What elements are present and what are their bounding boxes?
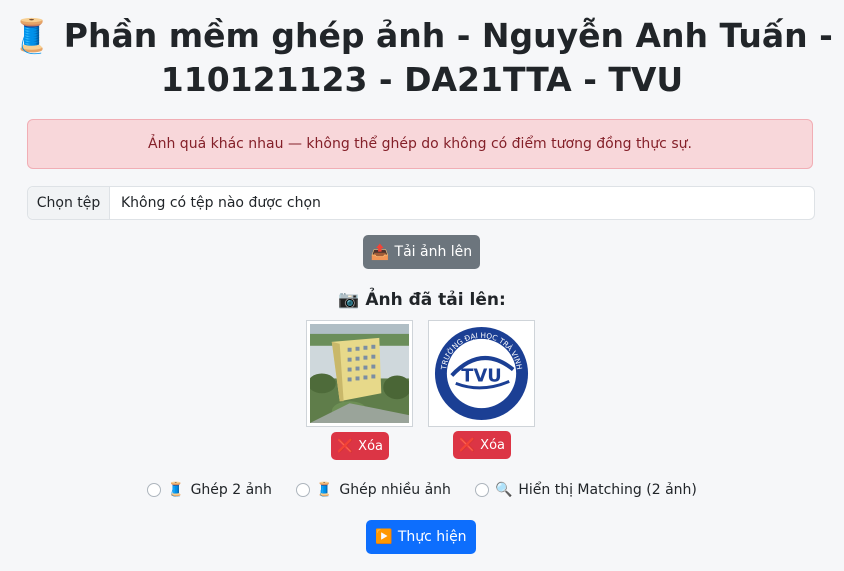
run-button[interactable]: ▶️ Thực hiện (366, 520, 476, 554)
uploaded-image-1 (306, 320, 413, 427)
camera-icon: 📷 (338, 290, 360, 310)
upload-button-label: Tải ảnh lên (394, 244, 473, 260)
delete-label: Xóa (358, 438, 383, 454)
uploaded-heading: 📷 Ảnh đã tải lên: (0, 290, 844, 310)
radio-button[interactable] (474, 483, 489, 497)
delete-label: Xóa (480, 437, 505, 453)
uploaded-heading-text: Ảnh đã tải lên: (365, 290, 506, 310)
file-input[interactable]: Chọn tệp Không có tệp nào được chọn (27, 186, 815, 220)
thread-icon: 🧵 (315, 482, 334, 498)
mode-stitch-many[interactable]: 🧵 Ghép nhiều ảnh (295, 482, 451, 498)
upload-icon: 📤 (370, 243, 390, 261)
error-alert: Ảnh quá khác nhau — không thể ghép do kh… (27, 119, 813, 169)
university-logo: TRƯỜNG ĐẠI HỌC TRÀ VINH TRA VINH UNIVERS… (432, 324, 531, 423)
file-status-text: Không có tệp nào được chọn (121, 195, 321, 211)
upload-button[interactable]: 📤 Tải ảnh lên (363, 235, 480, 269)
uploaded-image-2: TRƯỜNG ĐẠI HỌC TRÀ VINH TRA VINH UNIVERS… (428, 320, 535, 427)
page-title: 🧵 Phần mềm ghép ảnh - Nguyễn Anh Tuấn - … (0, 14, 844, 102)
mode-show-matching[interactable]: 🔍 Hiển thị Matching (2 ảnh) (474, 482, 697, 498)
play-icon: ▶️ (375, 529, 393, 545)
thread-icon: 🧵 (167, 482, 185, 498)
mode-stitch-two[interactable]: 🧵 Ghép 2 ảnh (147, 482, 272, 498)
mode-label: Ghép 2 ảnh (190, 482, 272, 498)
logo-mark: TVU (461, 365, 501, 386)
radio-button[interactable] (295, 483, 310, 497)
title-line-2: 110121123 - DA21TTA - TVU (160, 60, 684, 99)
radio-button[interactable] (147, 483, 162, 497)
delete-image-2-button[interactable]: ❌ Xóa (453, 431, 511, 459)
close-icon: ❌ (458, 437, 476, 453)
run-button-label: Thực hiện (397, 529, 467, 545)
delete-image-1-button[interactable]: ❌ Xóa (331, 432, 389, 460)
campus-photo (310, 324, 409, 423)
mode-label: Hiển thị Matching (2 ảnh) (518, 482, 697, 498)
choose-file-button[interactable]: Chọn tệp (28, 187, 110, 219)
search-icon: 🔍 (494, 482, 513, 498)
thread-icon: 🧵 (11, 16, 53, 55)
alert-message: Ảnh quá khác nhau — không thể ghép do kh… (148, 136, 692, 152)
mode-options: 🧵 Ghép 2 ảnh 🧵 Ghép nhiều ảnh 🔍 Hiển thị… (0, 482, 844, 498)
title-line-1: Phần mềm ghép ảnh - Nguyễn Anh Tuấn - (63, 16, 833, 55)
mode-label: Ghép nhiều ảnh (339, 482, 451, 498)
close-icon: ❌ (336, 438, 354, 454)
